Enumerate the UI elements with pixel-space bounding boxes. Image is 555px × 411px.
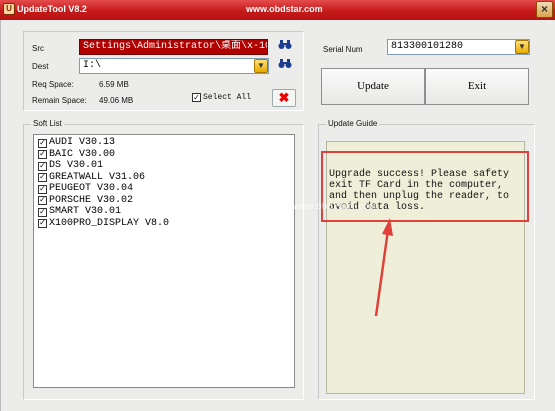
- close-icon: ×: [540, 2, 548, 16]
- close-button[interactable]: ×: [536, 1, 553, 18]
- annotation-arrow: [374, 218, 393, 317]
- window-title: UpdateTool V8.2: [17, 4, 87, 14]
- app-icon: U: [3, 3, 15, 15]
- main-window: Src Settings\Administrator\桌面\x-100 Dest…: [0, 20, 555, 411]
- website-url: www.obdstar.com: [246, 4, 323, 14]
- title-bar: U UpdateTool V8.2 www.obdstar.com ×: [0, 0, 555, 20]
